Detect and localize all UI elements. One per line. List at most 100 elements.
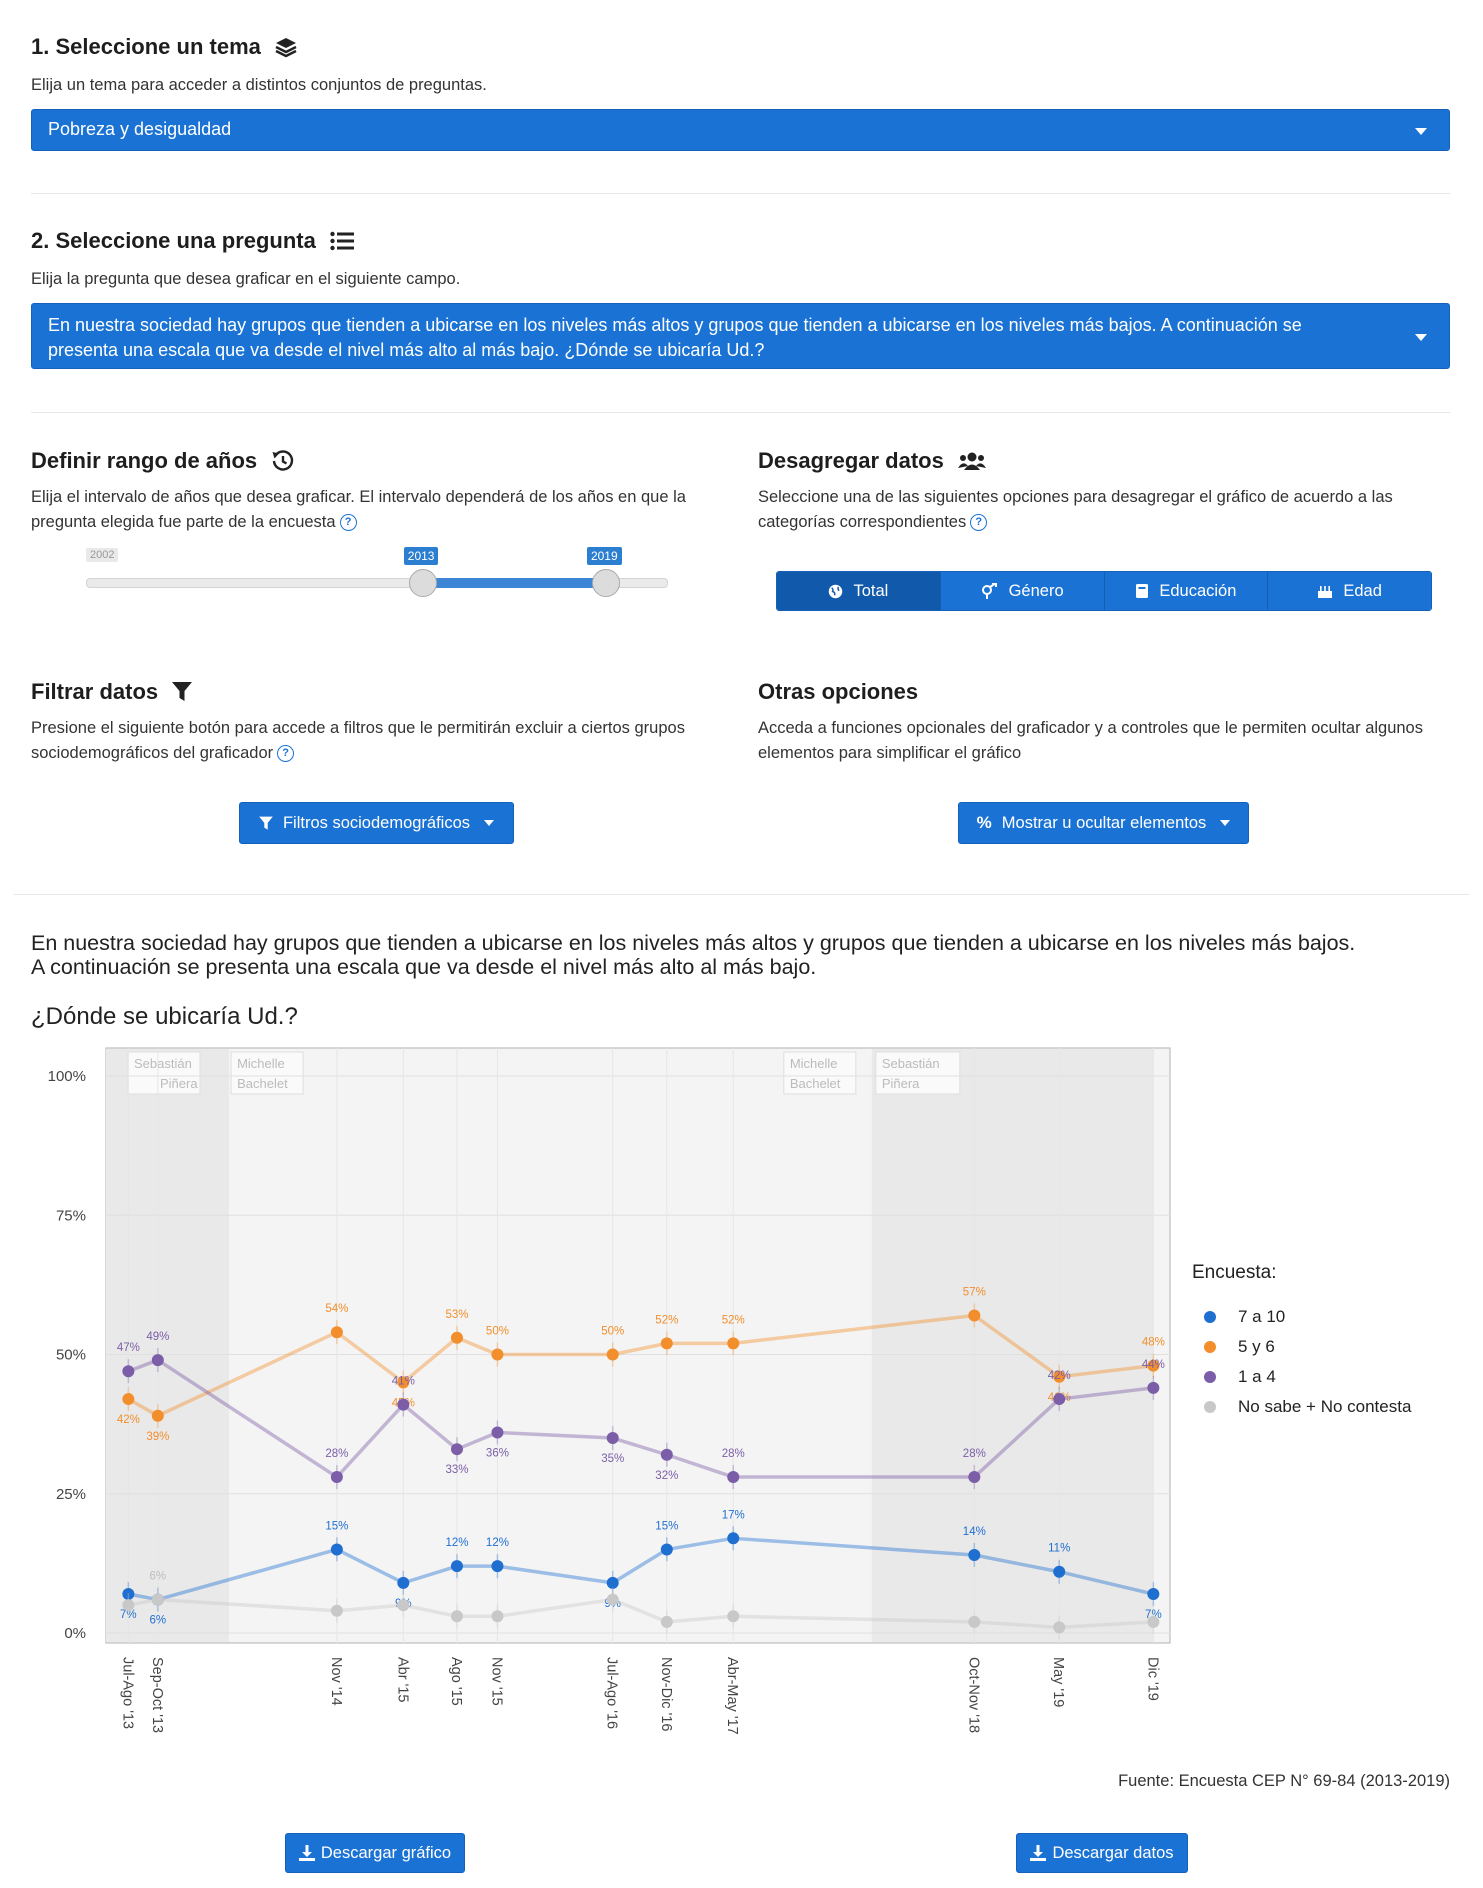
- years-section-title: Definir rango de años: [31, 448, 295, 474]
- x-tick-label: Nov '14: [328, 1657, 344, 1706]
- data-point: [330, 1471, 343, 1484]
- option-genero[interactable]: Género: [940, 572, 1105, 610]
- data-label: 14%: [963, 1526, 986, 1538]
- data-point: [491, 1426, 504, 1439]
- help-icon[interactable]: ?: [970, 514, 988, 532]
- chevron-down-icon: [1220, 820, 1231, 826]
- download-icon: [298, 1845, 315, 1861]
- x-tick-label: Dic '19: [1144, 1657, 1160, 1701]
- data-label: 54%: [325, 1303, 348, 1315]
- data-point: [660, 1543, 673, 1556]
- data-label: 12%: [445, 1537, 468, 1549]
- funnel-icon: [172, 682, 193, 701]
- users-icon: [957, 452, 986, 470]
- legend-item-1a4[interactable]: 1 a 4: [1204, 1362, 1411, 1392]
- data-point: [606, 1432, 619, 1445]
- x-tick-label: May '19: [1050, 1657, 1066, 1707]
- help-icon[interactable]: ?: [277, 745, 295, 763]
- topic-select[interactable]: Pobreza y desigualdad: [31, 109, 1450, 151]
- data-point: [1053, 1393, 1066, 1406]
- legend-marker: [1204, 1341, 1216, 1353]
- history-icon: [272, 450, 294, 471]
- data-point: [606, 1593, 619, 1606]
- birthday-cake-icon: [1318, 586, 1333, 598]
- legend-item-no-sabe[interactable]: No sabe + No contesta: [1204, 1392, 1411, 1422]
- legend-item-7a10[interactable]: 7 a 10: [1204, 1302, 1411, 1332]
- slider-from-handle[interactable]: [408, 569, 437, 597]
- data-label: 6%: [150, 1571, 167, 1583]
- slider-from-label: 2013: [403, 547, 439, 565]
- y-tick-label: 25%: [56, 1486, 86, 1503]
- year-range-slider[interactable]: 2002 2013 2019: [86, 547, 668, 598]
- government-period-band: [871, 1049, 1154, 1642]
- data-label: 50%: [486, 1326, 509, 1338]
- question-select[interactable]: En nuestra sociedad hay grupos que tiend…: [31, 303, 1450, 369]
- data-label: 53%: [445, 1309, 468, 1321]
- option-total[interactable]: Total: [777, 572, 941, 610]
- globe-icon: [829, 584, 843, 598]
- show-hide-elements-button[interactable]: % Mostrar u ocultar elementos: [958, 802, 1249, 844]
- chart-question-subtitle: ¿Dónde se ubicaría Ud.?: [31, 1003, 298, 1030]
- disaggregate-description: Seleccione una de las siguientes opcione…: [758, 488, 1393, 532]
- slider-to-handle[interactable]: [591, 569, 620, 597]
- slider-selected-range: [421, 578, 605, 588]
- data-point: [330, 1326, 343, 1339]
- data-label: 48%: [1142, 1337, 1165, 1349]
- data-point: [1147, 1381, 1160, 1394]
- data-point: [727, 1610, 740, 1623]
- data-label: 11%: [1048, 1543, 1070, 1555]
- source-note: Fuente: Encuesta CEP N° 69-84 (2013-2019…: [1118, 1772, 1450, 1790]
- data-point: [1053, 1565, 1066, 1578]
- data-label: 28%: [963, 1448, 986, 1460]
- data-point: [660, 1337, 673, 1350]
- question-section-title: 2. Seleccione una pregunta: [31, 228, 354, 254]
- data-point: [151, 1409, 164, 1422]
- help-icon[interactable]: ?: [339, 514, 357, 532]
- period-label: Michelle: [790, 1056, 838, 1071]
- data-point: [397, 1576, 410, 1589]
- download-icon: [1030, 1845, 1047, 1861]
- question-description: Elija la pregunta que desea graficar en …: [31, 270, 461, 288]
- x-tick-label: Abr-May '17: [724, 1657, 740, 1735]
- y-tick-label: 50%: [56, 1347, 86, 1364]
- data-point: [450, 1560, 463, 1573]
- years-description: Elija el intervalo de años que desea gra…: [31, 488, 686, 532]
- data-point: [330, 1604, 343, 1617]
- x-tick-label: Jul-Ago '13: [119, 1657, 135, 1729]
- chevron-down-icon: [1415, 128, 1427, 135]
- option-educacion[interactable]: Educación: [1104, 572, 1269, 610]
- data-point: [397, 1599, 410, 1612]
- data-point: [450, 1443, 463, 1456]
- data-point: [491, 1560, 504, 1573]
- data-point: [151, 1593, 164, 1606]
- download-chart-button[interactable]: Descargar gráfico: [285, 1833, 465, 1873]
- data-label: 36%: [486, 1447, 509, 1459]
- data-point: [968, 1549, 981, 1562]
- data-label: 52%: [655, 1314, 678, 1326]
- option-edad[interactable]: Edad: [1268, 572, 1431, 610]
- gender-icon: [981, 583, 997, 599]
- period-label: Bachelet: [237, 1076, 288, 1091]
- x-tick-label: Nov-Dic '16: [658, 1657, 674, 1731]
- x-tick-label: Oct-Nov '18: [965, 1657, 981, 1733]
- data-point: [122, 1365, 135, 1378]
- data-point: [330, 1543, 343, 1556]
- filter-section-title: Filtrar datos: [31, 679, 193, 705]
- funnel-icon: [259, 816, 273, 830]
- topic-selected-value: Pobreza y desigualdad: [48, 119, 232, 139]
- filters-button[interactable]: Filtros sociodemográficos: [239, 802, 514, 844]
- data-label: 28%: [325, 1448, 348, 1460]
- download-data-button[interactable]: Descargar datos: [1016, 1833, 1188, 1873]
- topic-section-title: 1. Seleccione un tema: [31, 34, 297, 60]
- data-label: 6%: [150, 1615, 167, 1627]
- data-label: 42%: [117, 1414, 140, 1426]
- data-point: [606, 1348, 619, 1361]
- data-point: [660, 1448, 673, 1461]
- data-label: 57%: [963, 1287, 986, 1299]
- divider: [31, 412, 1450, 413]
- legend-item-5y6[interactable]: 5 y 6: [1204, 1332, 1411, 1362]
- chevron-down-icon: [1415, 334, 1427, 341]
- data-point: [397, 1398, 410, 1411]
- period-label: Michelle: [237, 1056, 285, 1071]
- data-point: [491, 1610, 504, 1623]
